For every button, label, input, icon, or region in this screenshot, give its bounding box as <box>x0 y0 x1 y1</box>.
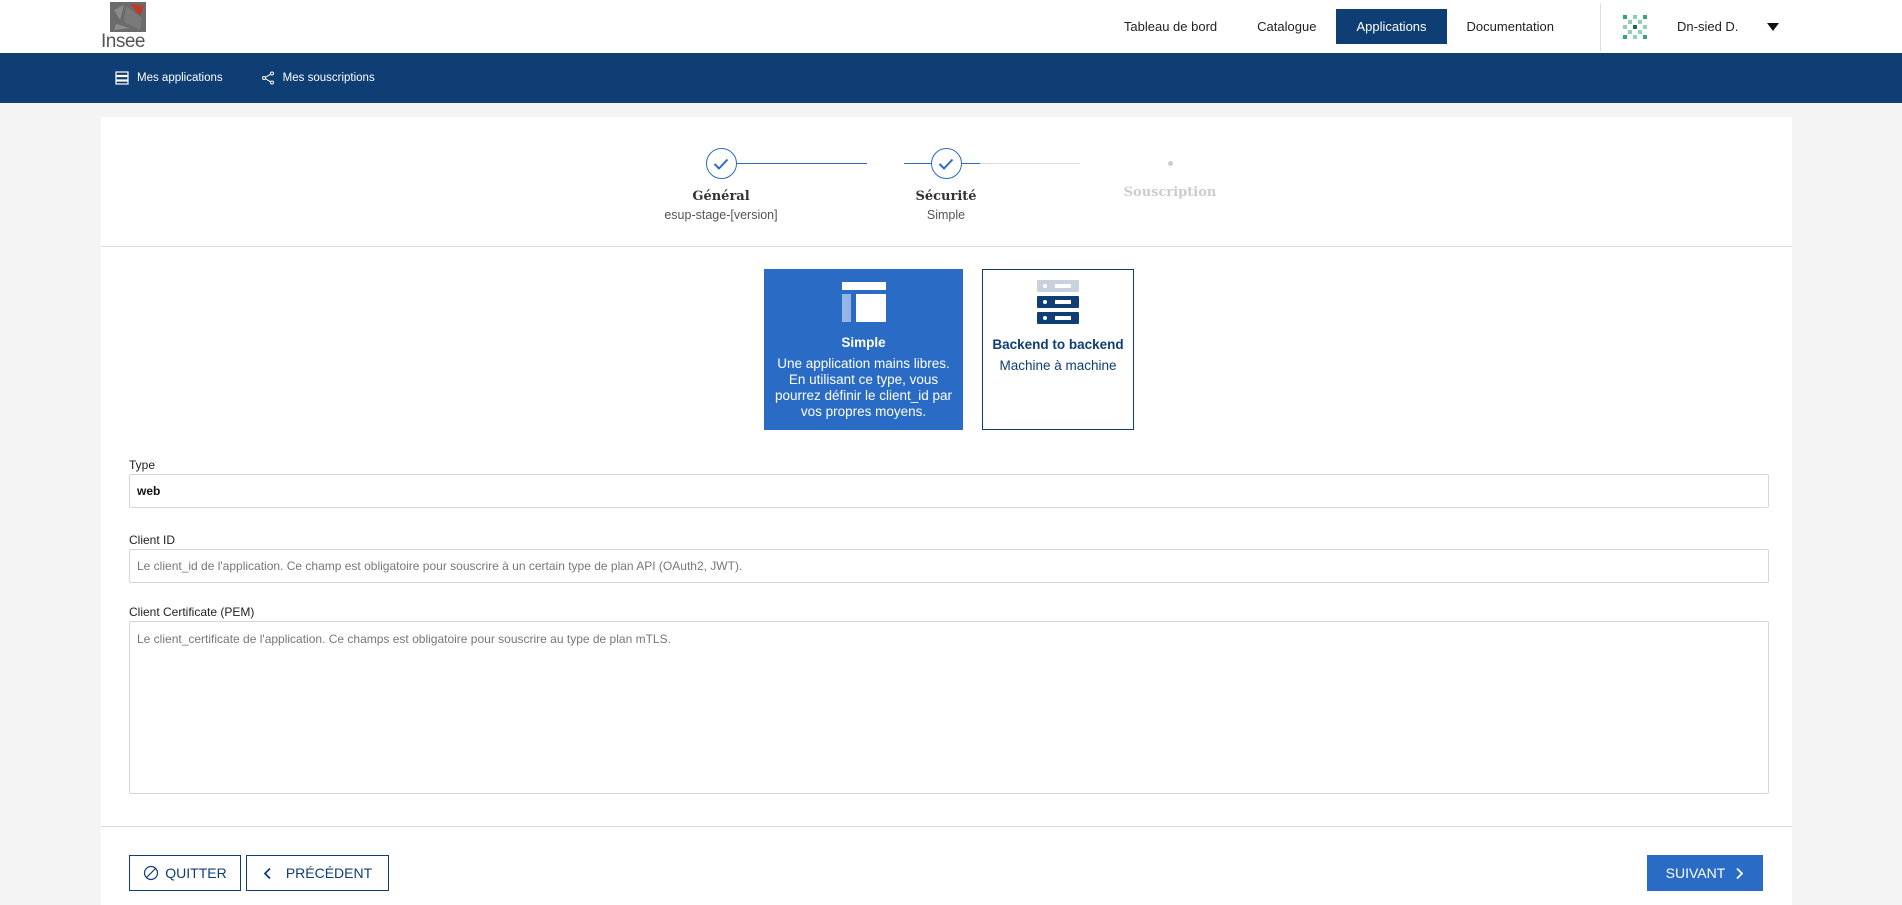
quit-button[interactable]: QUITTER <box>129 855 241 891</box>
step-general-title: Général <box>692 189 750 204</box>
nav-separator <box>1600 2 1601 51</box>
simple-layout-icon <box>765 282 962 327</box>
main-nav: Tableau de bord Catalogue Applications D… <box>1104 0 1902 53</box>
insee-logo[interactable]: Insee <box>100 2 148 52</box>
step-securite[interactable]: Sécurité Simple <box>876 117 1016 222</box>
type-backend-title: Backend to backend <box>992 337 1124 352</box>
type-label: Type <box>129 458 156 472</box>
stepper: Général esup-stage-[version] Sécurité Si… <box>101 117 1792 247</box>
subnav-mes-applications[interactable]: Mes applications <box>115 71 223 85</box>
type-card-backend[interactable]: Backend to backend Machine à machine <box>982 269 1134 430</box>
nav-tableau-de-bord[interactable]: Tableau de bord <box>1104 9 1237 44</box>
type-card-simple[interactable]: Simple Une application mains libres. En … <box>764 269 963 430</box>
footer-divider <box>101 826 1792 827</box>
next-button[interactable]: SUIVANT <box>1647 855 1763 891</box>
type-simple-description: Une application mains libres. En utilisa… <box>774 356 953 419</box>
logo-text: Insee <box>101 31 145 52</box>
nav-documentation[interactable]: Documentation <box>1447 9 1574 44</box>
logo-mark-icon <box>110 2 146 32</box>
client-certificate-textarea[interactable]: Le client_certificate de l'application. … <box>129 621 1769 794</box>
step-securite-check-icon <box>930 148 962 179</box>
step-general-subtitle: esup-stage-[version] <box>664 208 778 222</box>
client-certificate-placeholder: Le client_certificate de l'application. … <box>137 632 671 646</box>
step-general[interactable]: Général esup-stage-[version] <box>651 117 791 222</box>
top-header: Insee Tableau de bord Catalogue Applicat… <box>0 0 1902 53</box>
client-id-input[interactable]: Le client_id de l'application. Ce champ … <box>129 549 1769 583</box>
user-menu-caret-icon[interactable] <box>1767 22 1779 31</box>
step-securite-subtitle: Simple <box>926 208 966 222</box>
quit-button-label: QUITTER <box>165 865 227 881</box>
subnav-mes-souscriptions[interactable]: Mes souscriptions <box>261 71 375 85</box>
user-avatar-icon[interactable] <box>1621 13 1649 41</box>
next-button-label: SUIVANT <box>1665 865 1726 881</box>
nav-catalogue[interactable]: Catalogue <box>1237 9 1336 44</box>
client-id-label: Client ID <box>129 533 176 547</box>
type-simple-title: Simple <box>841 335 886 350</box>
applications-icon <box>115 71 129 85</box>
subnav-mes-souscriptions-label: Mes souscriptions <box>282 72 375 84</box>
subnav-mes-applications-label: Mes applications <box>137 72 223 84</box>
user-name[interactable]: Dn-sied D. <box>1677 19 1767 34</box>
type-value: web <box>137 484 161 498</box>
server-icon <box>983 278 1133 333</box>
type-input[interactable]: web <box>129 474 1769 508</box>
previous-button-label: PRÉCÉDENT <box>285 865 373 881</box>
type-backend-description: Machine à machine <box>999 358 1117 373</box>
sub-nav: Mes applications Mes souscriptions <box>0 53 1902 103</box>
chevron-right-icon <box>1735 867 1744 880</box>
step-souscription: Souscription <box>1100 117 1240 200</box>
application-form-card: Général esup-stage-[version] Sécurité Si… <box>101 117 1792 905</box>
client-certificate-label: Client Certificate (PEM) <box>129 605 255 619</box>
step-securite-title: Sécurité <box>915 189 977 204</box>
chevron-left-icon <box>263 867 272 880</box>
share-icon <box>261 71 274 85</box>
step-souscription-title: Souscription <box>1123 185 1217 200</box>
cancel-icon <box>143 865 159 881</box>
previous-button[interactable]: PRÉCÉDENT <box>246 855 389 891</box>
client-id-placeholder: Le client_id de l'application. Ce champ … <box>137 559 743 573</box>
nav-applications[interactable]: Applications <box>1336 9 1447 44</box>
step-souscription-dot <box>1167 161 1173 166</box>
step-general-check-icon <box>705 148 737 179</box>
